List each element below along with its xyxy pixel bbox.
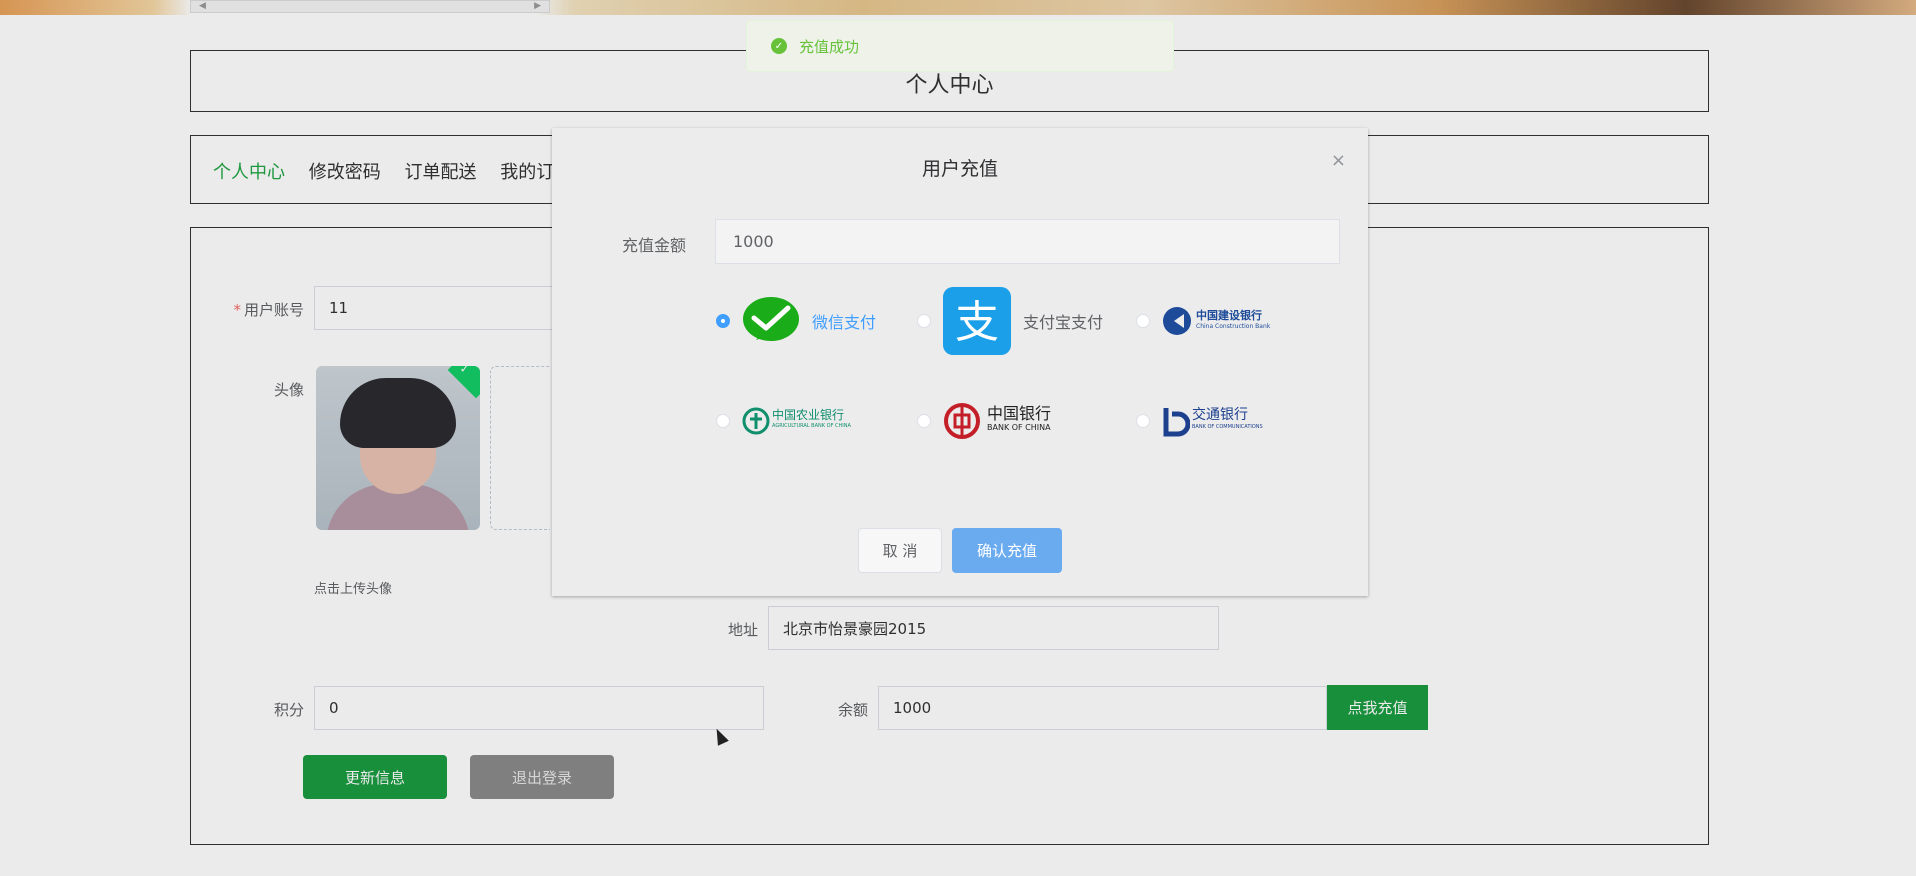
abc-label: 中国农业银行	[772, 408, 845, 422]
boc-sub-label: BANK OF CHINA	[987, 423, 1051, 432]
bocom-sub-label: BANK OF COMMUNICATIONS	[1192, 424, 1263, 430]
amount-label: 充值金额	[622, 236, 687, 255]
ccb-radio[interactable]	[1136, 314, 1150, 328]
alipay-label: 支付宝支付	[1023, 313, 1104, 332]
abc-logo-icon	[742, 407, 770, 435]
recharge-dialog: 用户充值 × 充值金额 1000 微信支付 支 支付宝支付 中国建设银行 Chi…	[552, 128, 1368, 596]
boc-logo-icon	[944, 403, 980, 439]
ccb-label: 中国建设银行	[1196, 309, 1262, 322]
bocom-logo-icon	[1163, 408, 1190, 437]
alipay-icon: 支	[943, 287, 1011, 355]
cancel-button[interactable]: 取 消	[858, 528, 942, 573]
toast-message: 充值成功	[799, 37, 860, 56]
payment-option-bocom[interactable]: 交通银行 BANK OF COMMUNICATIONS	[1136, 386, 1263, 456]
bocom-radio[interactable]	[1136, 414, 1150, 428]
payment-option-ccb[interactable]: 中国建设银行 China Construction Bank	[1136, 286, 1270, 356]
svg-text:支: 支	[955, 297, 999, 348]
close-icon[interactable]: ×	[1331, 150, 1346, 171]
abc-sub-label: AGRICULTURAL BANK OF CHINA	[772, 423, 851, 429]
payment-option-boc[interactable]: 中国银行 BANK OF CHINA	[917, 386, 1051, 456]
payment-option-alipay[interactable]: 支 支付宝支付	[917, 286, 1103, 356]
dialog-title: 用户充值	[921, 158, 998, 180]
abc-radio[interactable]	[716, 414, 730, 428]
confirm-recharge-button[interactable]: 确认充值	[952, 528, 1062, 573]
ccb-logo-icon	[1163, 307, 1191, 335]
wechat-pay-label: 微信支付	[812, 313, 877, 332]
wechat-radio[interactable]	[716, 314, 730, 328]
wechat-pay-icon	[743, 297, 799, 341]
amount-input[interactable]: 1000	[715, 219, 1340, 264]
payment-option-wechat[interactable]: 微信支付	[716, 286, 876, 356]
boc-radio[interactable]	[917, 414, 931, 428]
check-circle-icon: ✓	[771, 38, 787, 54]
ccb-sub-label: China Construction Bank	[1196, 323, 1271, 330]
alipay-radio[interactable]	[917, 314, 931, 328]
bocom-label: 交通银行	[1192, 407, 1248, 423]
boc-label: 中国银行	[987, 404, 1052, 423]
payment-option-abc[interactable]: 中国农业银行 AGRICULTURAL BANK OF CHINA	[716, 386, 851, 456]
success-toast: ✓ 充值成功	[746, 20, 1174, 72]
